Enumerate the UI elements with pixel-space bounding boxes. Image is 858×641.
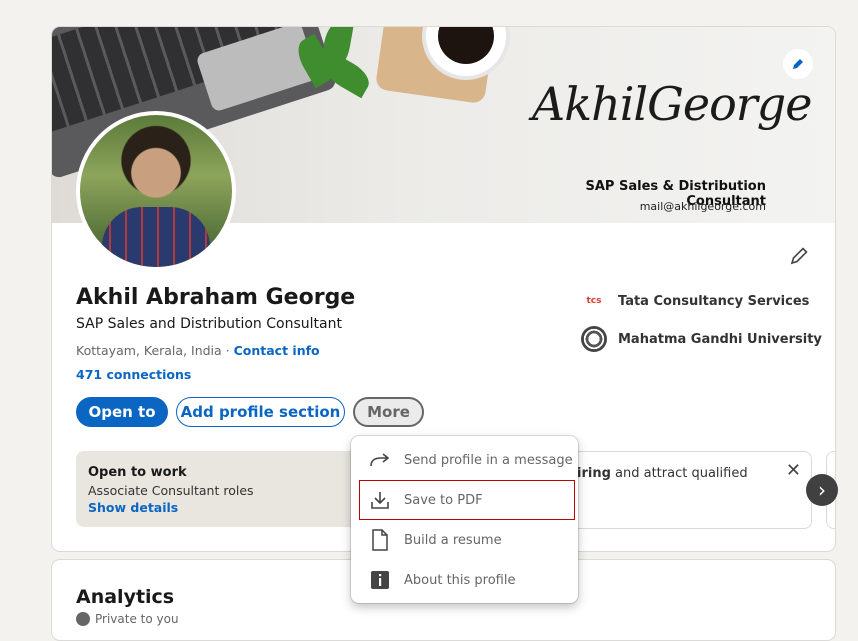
download-icon: [368, 488, 392, 512]
edit-banner-button[interactable]: [783, 49, 813, 79]
info-icon: [368, 568, 392, 592]
chevron-right-icon: ›: [818, 478, 826, 502]
profile-location: Kottayam, Kerala, India: [76, 343, 222, 358]
org-mgu[interactable]: Mahatma Gandhi University: [580, 325, 822, 353]
edit-intro-button[interactable]: [784, 241, 814, 271]
org-tcs[interactable]: tcs Tata Consultancy Services: [580, 287, 810, 315]
document-icon: [368, 528, 392, 552]
eye-icon: [76, 612, 90, 626]
banner-email: mail@akhilgeorge.com: [639, 200, 766, 213]
hiring-card-text: iring and attract qualified: [577, 466, 748, 481]
profile-headline: SAP Sales and Distribution Consultant: [76, 316, 342, 332]
menu-item-about-profile[interactable]: About this profile: [351, 560, 578, 600]
menu-item-send-profile[interactable]: Send profile in a message: [351, 440, 578, 480]
connections-link[interactable]: 471 connections: [76, 367, 191, 382]
avatar[interactable]: [76, 111, 236, 271]
pencil-icon: [793, 59, 803, 69]
show-details-link[interactable]: Show details: [88, 500, 178, 515]
add-profile-section-button[interactable]: Add profile section: [176, 397, 345, 427]
close-icon[interactable]: ✕: [786, 460, 801, 481]
profile-location-line: Kottayam, Kerala, India · Contact info: [76, 343, 320, 358]
banner-leaf: [319, 51, 375, 99]
org-name: Tata Consultancy Services: [618, 293, 810, 309]
open-to-work-title: Open to work: [88, 465, 187, 480]
menu-item-save-to-pdf[interactable]: Save to PDF: [351, 480, 578, 520]
tcs-logo-icon: tcs: [586, 295, 602, 306]
org-name: Mahatma Gandhi University: [618, 331, 822, 347]
pencil-icon: [790, 247, 808, 265]
hiring-card[interactable]: iring and attract qualified ✕: [552, 451, 812, 529]
menu-item-build-resume[interactable]: Build a resume: [351, 520, 578, 560]
profile-name: Akhil Abraham George: [76, 285, 356, 310]
contact-info-link[interactable]: Contact info: [234, 343, 320, 358]
more-button[interactable]: More: [353, 397, 424, 427]
analytics-subtitle: Private to you: [76, 612, 179, 626]
more-dropdown-menu: Send profile in a message Save to PDF Bu…: [351, 436, 578, 603]
university-seal-icon: [581, 326, 607, 352]
open-to-button[interactable]: Open to: [76, 397, 168, 427]
banner-signature: AkhilGeorge: [532, 77, 812, 131]
carousel-next-button[interactable]: ›: [806, 474, 838, 506]
open-to-work-subtitle: Associate Consultant roles: [88, 483, 254, 498]
analytics-title: Analytics: [76, 586, 175, 608]
share-arrow-icon: [368, 448, 392, 472]
